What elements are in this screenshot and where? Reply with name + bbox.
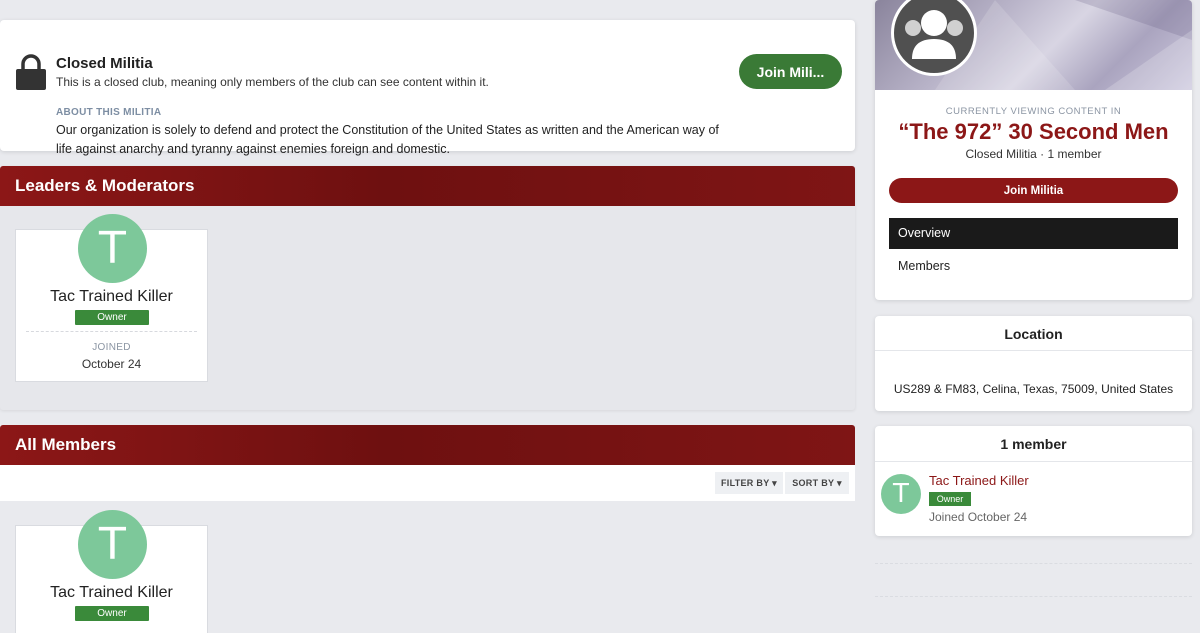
member-tile[interactable]: T Tac Trained Killer Owner (15, 510, 208, 633)
all-members-section: All Members FILTER BY ▾ SORT BY ▾ T Tac … (0, 425, 855, 633)
owner-badge: Owner (75, 606, 149, 621)
sort-by-label: SORT BY (792, 478, 835, 488)
divider (875, 350, 1192, 351)
closed-description: This is a closed club, meaning only memb… (56, 75, 489, 89)
closed-title: Closed Militia (56, 55, 153, 72)
all-members-header: All Members (0, 425, 855, 465)
nav-members[interactable]: Members (889, 251, 1178, 282)
viewing-label: CURRENTLY VIEWING CONTENT IN (945, 106, 1122, 117)
about-text: Our organization is solely to defend and… (56, 123, 719, 156)
member-count-card: 1 member T Tac Trained Killer Owner Join… (875, 426, 1192, 536)
member-count-title: 1 member (1000, 436, 1067, 452)
nav-overview[interactable]: Overview (889, 218, 1178, 249)
closed-club-notice: Closed Militia This is a closed club, me… (0, 20, 855, 156)
avatar[interactable]: T (78, 510, 147, 579)
owner-badge: Owner (75, 310, 149, 325)
sort-by-button[interactable]: SORT BY ▾ (785, 472, 849, 494)
caret-down-icon: ▾ (836, 478, 842, 488)
about-label: ABOUT THIS MILITIA (56, 107, 162, 118)
club-summary-card: CURRENTLY VIEWING CONTENT IN “The 972” 3… (875, 0, 1192, 300)
avatar[interactable]: T (78, 214, 147, 283)
member-name[interactable]: Tac Trained Killer (16, 288, 207, 306)
leaders-header: Leaders & Moderators (0, 166, 855, 206)
divider (875, 563, 1192, 564)
tile-divider (26, 331, 197, 332)
leaders-section: Leaders & Moderators T Tac Trained Kille… (0, 166, 855, 410)
member-tile[interactable]: T Tac Trained Killer Owner JOINED Octobe… (15, 214, 208, 382)
location-title: Location (1004, 326, 1063, 342)
filter-by-button[interactable]: FILTER BY ▾ (715, 472, 783, 494)
lock-icon (16, 54, 46, 90)
club-avatar[interactable] (891, 0, 977, 76)
location-address: US289 & FM83, Celina, Texas, 75009, Unit… (893, 382, 1174, 396)
join-militia-sidebar-button[interactable]: Join Militia (889, 178, 1178, 203)
avatar[interactable]: T (881, 474, 921, 514)
joined-date: October 24 (81, 357, 142, 371)
filter-by-label: FILTER BY (720, 478, 770, 488)
member-name-link[interactable]: Tac Trained Killer (929, 473, 1029, 488)
group-icon (905, 10, 963, 59)
club-name: “The 972” 30 Second Men (898, 119, 1169, 144)
owner-badge: Owner (929, 492, 971, 506)
location-card: Location US289 & FM83, Celina, Texas, 75… (875, 316, 1192, 411)
divider (875, 596, 1192, 597)
caret-down-icon: ▾ (772, 478, 777, 488)
divider (875, 461, 1192, 462)
joined-label: JOINED (92, 342, 131, 353)
club-meta: Closed Militia · 1 member (965, 147, 1102, 161)
joined-date: Joined October 24 (929, 510, 1028, 524)
filter-bar: FILTER BY ▾ SORT BY ▾ (0, 465, 855, 501)
join-militia-button[interactable]: Join Mili... (739, 54, 842, 89)
member-name[interactable]: Tac Trained Killer (16, 584, 207, 602)
